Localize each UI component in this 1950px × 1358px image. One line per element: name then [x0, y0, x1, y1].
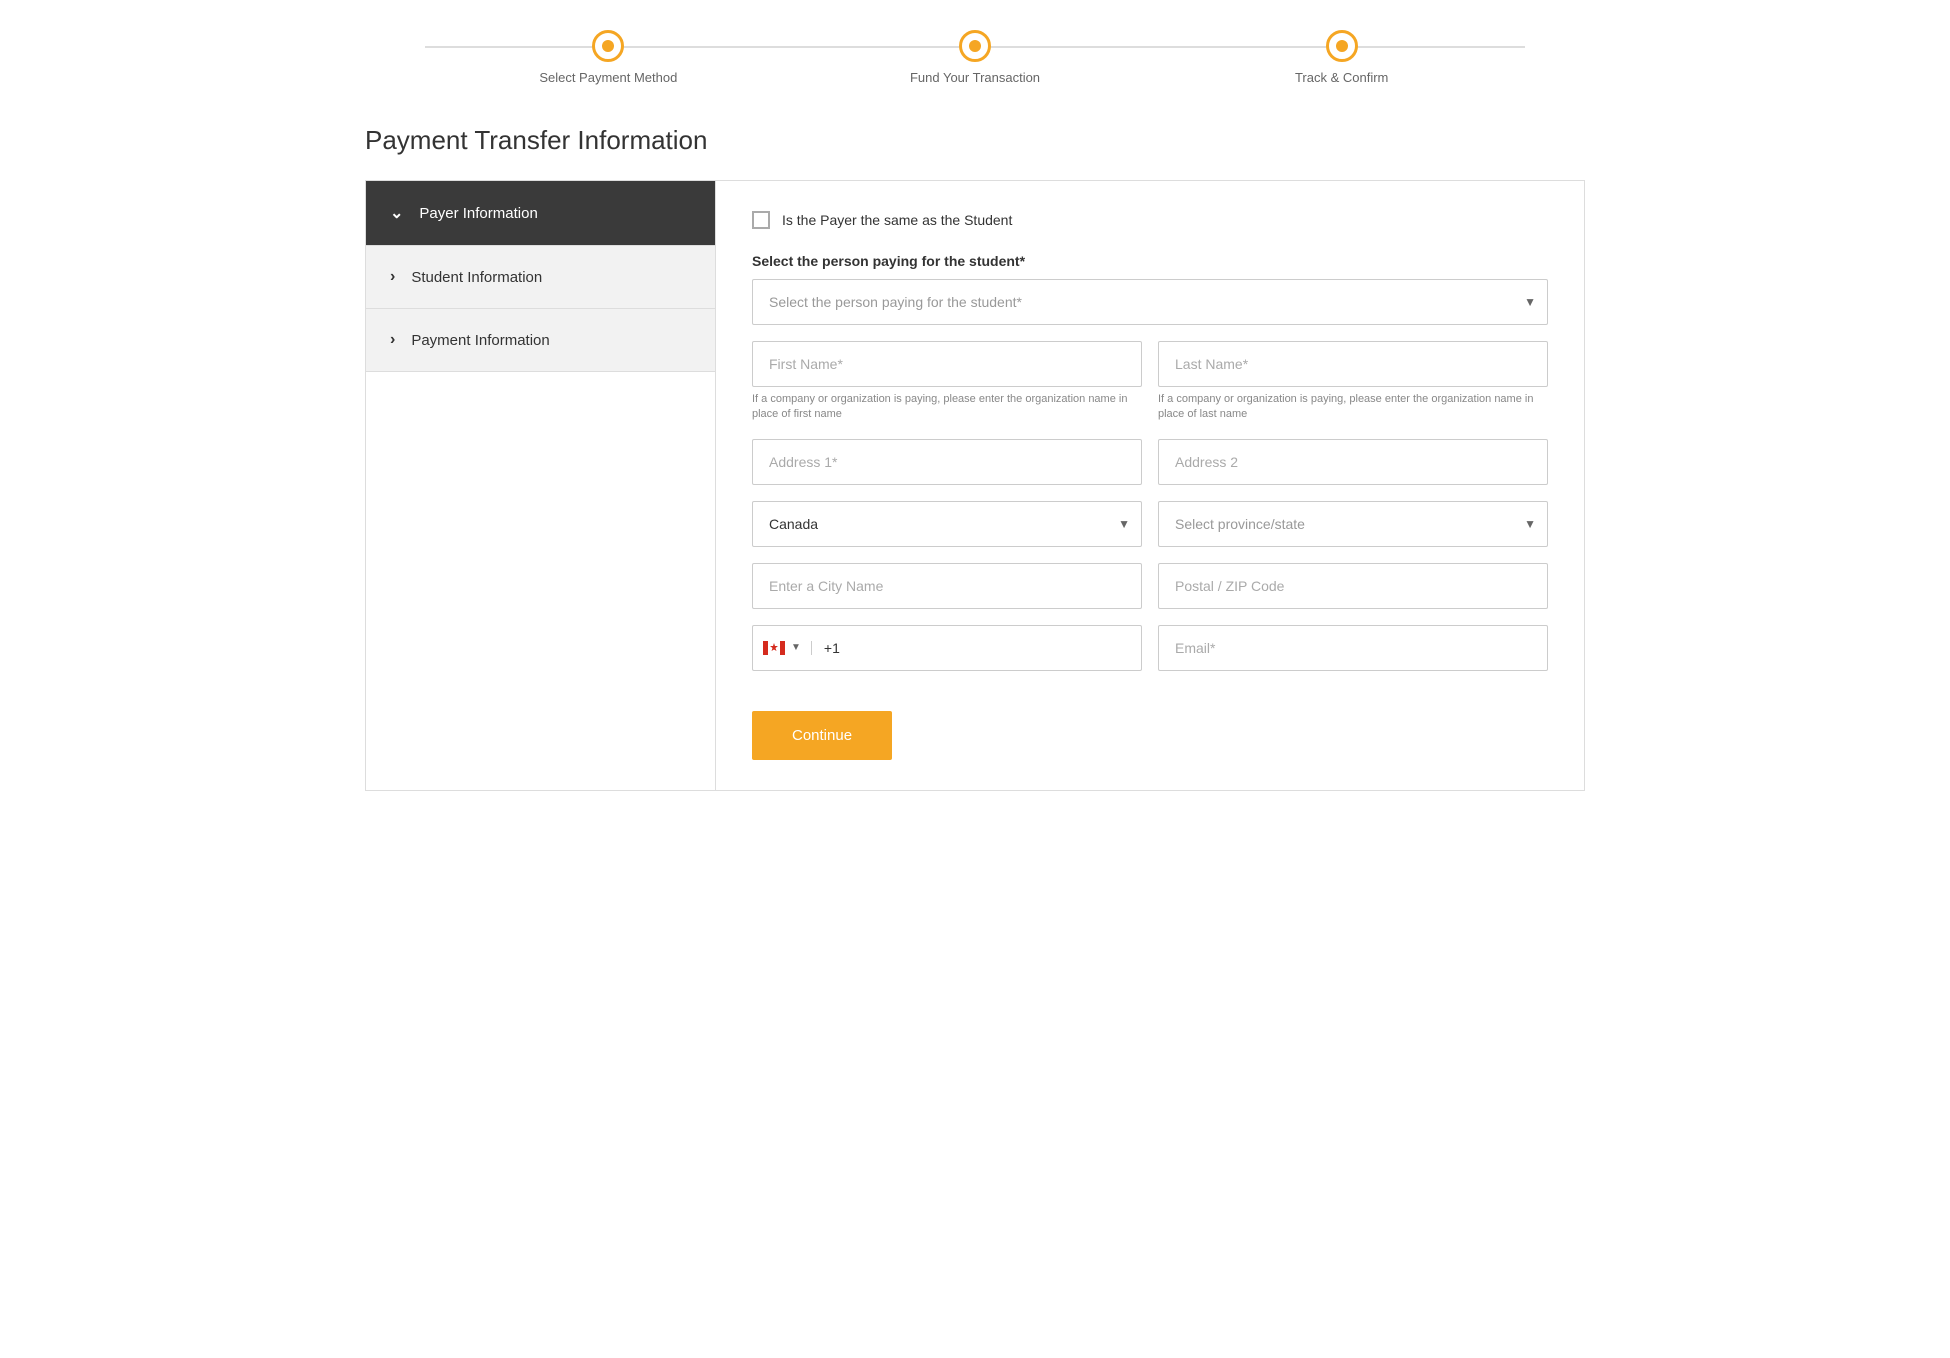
- step-2-circle: [959, 30, 991, 62]
- chevron-down-icon: ⌄: [390, 203, 403, 223]
- payer-same-label: Is the Payer the same as the Student: [782, 212, 1012, 228]
- phone-dropdown-arrow-icon: ▼: [791, 642, 801, 653]
- payer-same-checkbox[interactable]: [752, 211, 770, 229]
- postal-field: [1158, 563, 1548, 609]
- page-title: Payment Transfer Information: [365, 125, 1585, 156]
- sidebar-item-student-label: Student Information: [411, 269, 542, 286]
- phone-flag-selector[interactable]: ▼: [753, 641, 812, 655]
- address-row: [752, 439, 1548, 485]
- first-name-input[interactable]: [752, 341, 1142, 387]
- country-field: Canada ▼: [752, 501, 1142, 547]
- last-name-input[interactable]: [1158, 341, 1548, 387]
- step-3-circle: [1326, 30, 1358, 62]
- phone-input[interactable]: [812, 626, 1141, 670]
- province-field: Select province/state ▼: [1158, 501, 1548, 547]
- postal-input[interactable]: [1158, 563, 1548, 609]
- sidebar-item-payer-label: Payer Information: [419, 205, 537, 222]
- first-name-field: If a company or organization is paying, …: [752, 341, 1142, 423]
- content-area: Is the Payer the same as the Student Sel…: [716, 181, 1584, 790]
- first-name-helper: If a company or organization is paying, …: [752, 392, 1142, 423]
- email-field: [1158, 625, 1548, 671]
- chevron-right-icon: ›: [390, 268, 395, 286]
- select-payer-title: Select the person paying for the student…: [752, 253, 1548, 269]
- sidebar-item-payer[interactable]: ⌄ Payer Information: [366, 181, 715, 246]
- step-3: Track & Confirm: [1158, 30, 1525, 85]
- last-name-field: If a company or organization is paying, …: [1158, 341, 1548, 423]
- step-1: Select Payment Method: [425, 30, 792, 85]
- last-name-helper: If a company or organization is paying, …: [1158, 392, 1548, 423]
- country-dropdown[interactable]: Canada: [752, 501, 1142, 547]
- sidebar-item-payment-label: Payment Information: [411, 332, 549, 349]
- chevron-right-icon-2: ›: [390, 331, 395, 349]
- select-payer-field: Select the person paying for the student…: [752, 279, 1548, 325]
- city-field: [752, 563, 1142, 609]
- select-payer-dropdown[interactable]: Select the person paying for the student…: [752, 279, 1548, 325]
- canada-flag-icon: [763, 641, 785, 655]
- address1-field: [752, 439, 1142, 485]
- country-province-row: Canada ▼ Select province/state ▼: [752, 501, 1548, 547]
- step-1-label: Select Payment Method: [539, 70, 677, 85]
- phone-field: ▼: [752, 625, 1142, 671]
- step-1-circle: [592, 30, 624, 62]
- main-layout: ⌄ Payer Information › Student Informatio…: [365, 180, 1585, 791]
- phone-email-row: ▼: [752, 625, 1548, 671]
- city-input[interactable]: [752, 563, 1142, 609]
- step-2: Fund Your Transaction: [792, 30, 1159, 85]
- continue-button[interactable]: Continue: [752, 711, 892, 760]
- payer-same-as-student-row: Is the Payer the same as the Student: [752, 211, 1548, 229]
- select-payer-row: Select the person paying for the student…: [752, 279, 1548, 325]
- step-3-label: Track & Confirm: [1295, 70, 1388, 85]
- address2-input[interactable]: [1158, 439, 1548, 485]
- sidebar: ⌄ Payer Information › Student Informatio…: [366, 181, 716, 790]
- email-input[interactable]: [1158, 625, 1548, 671]
- sidebar-item-payment[interactable]: › Payment Information: [366, 309, 715, 372]
- sidebar-item-student[interactable]: › Student Information: [366, 246, 715, 309]
- address2-field: [1158, 439, 1548, 485]
- address1-input[interactable]: [752, 439, 1142, 485]
- name-row: If a company or organization is paying, …: [752, 341, 1548, 423]
- step-2-label: Fund Your Transaction: [910, 70, 1040, 85]
- city-postal-row: [752, 563, 1548, 609]
- progress-bar: Select Payment Method Fund Your Transact…: [365, 30, 1585, 85]
- province-dropdown[interactable]: Select province/state: [1158, 501, 1548, 547]
- phone-input-group: ▼: [752, 625, 1142, 671]
